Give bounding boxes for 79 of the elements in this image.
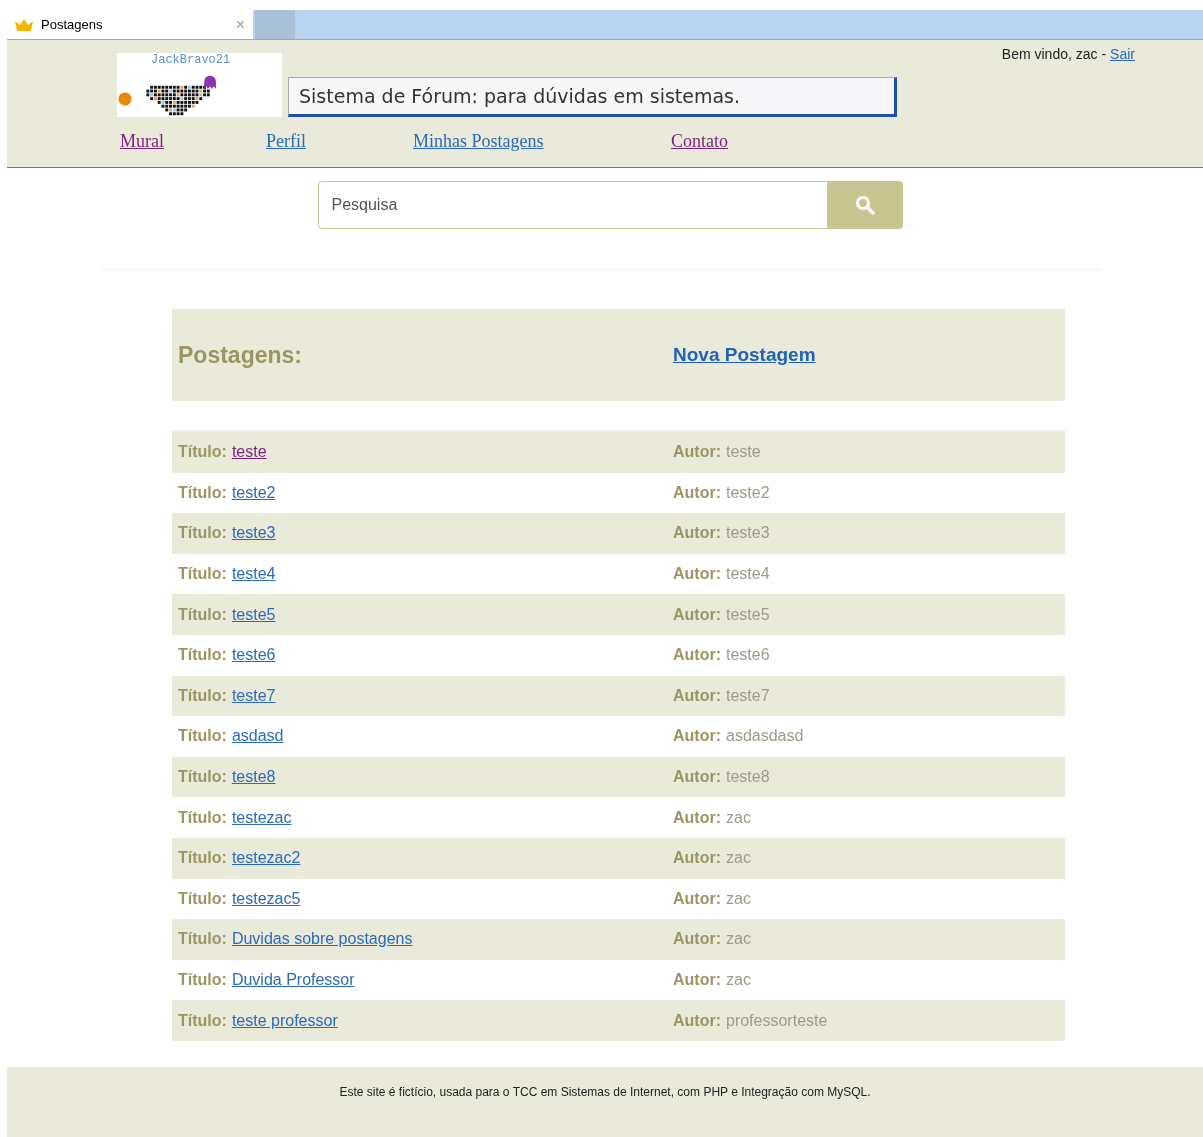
nav-link[interactable]: Contato — [671, 128, 791, 155]
tab-title: Postagens — [41, 15, 104, 34]
post-title-link[interactable]: testezac5 — [231, 886, 301, 911]
author-name: asdasdasd — [726, 726, 804, 747]
crown-icon — [15, 18, 33, 31]
post-title-link[interactable]: Duvidas sobre postagens — [231, 927, 413, 952]
author-name: zac — [726, 929, 751, 950]
author-label: Autor: — [673, 482, 721, 503]
footer-text: Este site é fictício, usada para o TCC em Sistemas de Internet, com PHP e Integração com MySQL. — [339, 1083, 871, 1101]
title-label: Título: — [178, 564, 227, 585]
title-label: Título: — [178, 604, 227, 625]
post-title-link[interactable]: teste2 — [231, 480, 276, 505]
author-name: teste4 — [726, 564, 770, 585]
post-title-link[interactable]: teste — [231, 440, 267, 465]
author-name: professorteste — [726, 1010, 828, 1031]
tab-close-button[interactable]: × — [235, 12, 245, 37]
search-button[interactable] — [827, 181, 903, 229]
title-label: Título: — [178, 970, 227, 990]
author-name: teste5 — [726, 604, 770, 625]
title-label: Título: — [178, 848, 227, 869]
author-label: Autor: — [673, 1010, 721, 1031]
nav-link[interactable]: Perfil — [266, 128, 413, 155]
title-label: Título: — [178, 482, 227, 503]
post-title-link[interactable]: teste8 — [231, 765, 276, 790]
new-post-link[interactable]: Nova Postagem — [673, 340, 816, 370]
browser-tab[interactable] — [255, 10, 295, 39]
title-label: Título: — [178, 442, 227, 463]
author-name: zac — [726, 807, 751, 828]
title-label: Título: — [178, 888, 227, 909]
title-label: Título: — [178, 929, 227, 950]
title-label: Título: — [178, 1010, 227, 1031]
author-label: Autor: — [673, 564, 721, 585]
logo-text: JackBravo21 — [151, 53, 231, 67]
author-label: Autor: — [673, 685, 721, 706]
post-title-link[interactable]: teste4 — [231, 562, 276, 587]
author-name: teste — [726, 442, 761, 463]
author-name: teste6 — [726, 645, 770, 666]
title-label: Título: — [178, 726, 227, 747]
search-icon — [855, 195, 875, 215]
author-label: Autor: — [673, 442, 721, 463]
author-label: Autor: — [673, 767, 721, 788]
author-name: teste8 — [726, 767, 770, 788]
post-title-link[interactable]: teste3 — [231, 521, 276, 546]
title-label: Título: — [178, 685, 227, 706]
post-title-link[interactable]: teste6 — [231, 643, 276, 668]
nav-link[interactable]: Mural — [120, 128, 266, 155]
author-name: teste7 — [726, 685, 770, 706]
post-title-link[interactable]: asdasd — [231, 724, 284, 749]
post-title-link[interactable]: testezac2 — [231, 846, 301, 871]
logout-link[interactable]: Sair — [1110, 44, 1135, 65]
title-label: Título: — [178, 767, 227, 788]
author-name: zac — [726, 888, 751, 909]
post-title-link[interactable]: teste5 — [231, 602, 276, 627]
nav-link[interactable]: Minhas Postagens — [413, 128, 671, 155]
author-name: teste2 — [726, 482, 770, 503]
welcome-text: Bem vindo, zac - — [1001, 45, 1107, 64]
author-label: Autor: — [673, 888, 721, 909]
author-name: zac — [726, 970, 751, 990]
post-title-link[interactable]: Duvida Professor — [231, 968, 355, 992]
author-label: Autor: — [673, 523, 721, 544]
author-name: zac — [726, 848, 751, 869]
author-label: Autor: — [673, 604, 721, 625]
search-field[interactable]: Pesquisa — [317, 181, 828, 229]
author-label: Autor: — [673, 645, 721, 666]
post-title-link[interactable]: teste7 — [231, 683, 276, 708]
browser-tab[interactable]: Postagens × — [7, 10, 253, 39]
post-title-link[interactable]: testezac — [231, 805, 292, 830]
author-label: Autor: — [673, 726, 721, 747]
title-label: Título: — [178, 807, 227, 828]
author-label: Autor: — [673, 929, 721, 950]
author-label: Autor: — [673, 807, 721, 828]
site-banner: Sistema de Fórum: para dúvidas em sistemas. — [288, 77, 897, 117]
title-label: Título: — [178, 523, 227, 544]
title-label: Título: — [178, 645, 227, 666]
post-title-link[interactable]: teste professor — [231, 1008, 338, 1033]
author-name: teste3 — [726, 523, 770, 544]
author-label: Autor: — [673, 970, 721, 990]
author-label: Autor: — [673, 848, 721, 869]
posts-title: Postagens: — [177, 340, 303, 370]
